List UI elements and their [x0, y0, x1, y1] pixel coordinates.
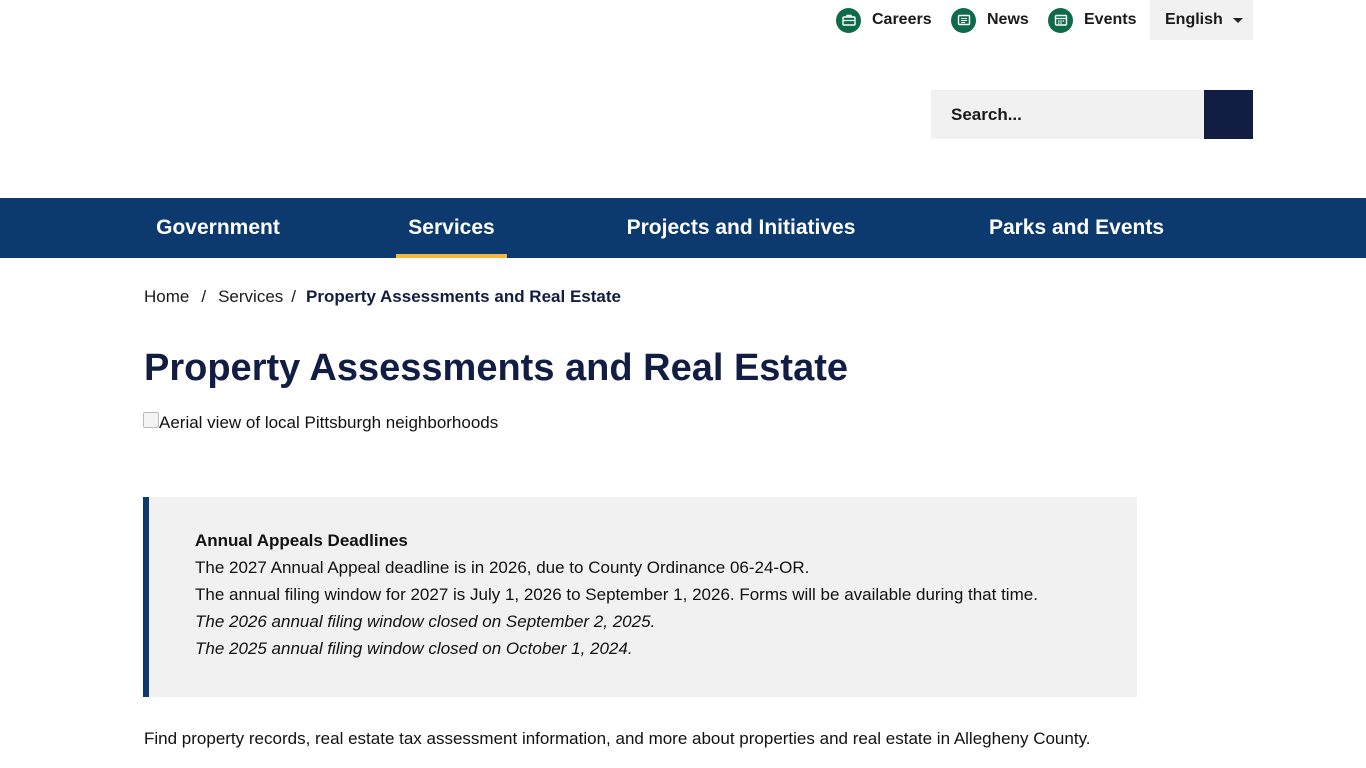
breadcrumb-services[interactable]: Services: [218, 287, 283, 307]
notice-line: The 2026 annual filing window closed on …: [195, 612, 656, 631]
nav-item-services[interactable]: Services: [396, 198, 507, 258]
page-title: Property Assessments and Real Estate: [144, 347, 849, 389]
hero-image: Aerial view of local Pittsburgh neighbor…: [143, 412, 499, 433]
search-input[interactable]: [931, 90, 1204, 139]
intro-text: Find property records, real estate tax a…: [144, 729, 1091, 748]
notice-heading: Annual Appeals Deadlines: [195, 531, 408, 550]
nav-item-label: Projects and Initiatives: [626, 216, 856, 239]
careers-label: Careers: [872, 11, 932, 28]
nav-item-projects-and-initiatives[interactable]: Projects and Initiatives: [611, 198, 871, 258]
events-label: Events: [1084, 11, 1137, 28]
utility-bar: Careers News Events English: [0, 0, 1366, 40]
breadcrumb-current: Property Assessments and Real Estate: [306, 287, 621, 306]
notice-line: The annual filing window for 2027 is Jul…: [195, 585, 1038, 604]
appeals-notice: Annual Appeals Deadlines The 2027 Annual…: [143, 497, 1137, 697]
news-label: News: [987, 11, 1029, 28]
nav-item-government[interactable]: Government: [143, 198, 293, 258]
nav-item-parks-and-events[interactable]: Parks and Events: [975, 198, 1178, 258]
search-button[interactable]: [1204, 90, 1253, 139]
breadcrumb: Home / Services / Property Assessments a…: [144, 287, 621, 307]
notice-line: The 2027 Annual Appeal deadline is in 20…: [195, 558, 810, 577]
breadcrumb-separator: /: [201, 287, 207, 306]
events-link[interactable]: Events: [1048, 0, 1136, 40]
calendar-icon: [1048, 7, 1073, 33]
careers-link[interactable]: Careers: [836, 0, 932, 40]
language-label: English: [1165, 11, 1223, 28]
language-select[interactable]: English: [1150, 0, 1253, 40]
hero-image-alt: Aerial view of local Pittsburgh neighbor…: [159, 413, 499, 432]
nav-item-label: Parks and Events: [988, 216, 1165, 239]
notice-line: The 2025 annual filing window closed on …: [195, 639, 633, 658]
breadcrumb-home[interactable]: Home: [144, 287, 189, 307]
chevron-down-icon: [1233, 18, 1243, 23]
search-form: [931, 90, 1253, 139]
nav-item-label: Government: [156, 216, 280, 239]
briefcase-icon: [836, 7, 861, 33]
main-nav: Government Services Projects and Initiat…: [0, 198, 1366, 258]
nav-item-label: Services: [408, 216, 495, 239]
newspaper-icon: [951, 7, 976, 33]
broken-image-icon: [143, 412, 159, 428]
breadcrumb-separator: /: [291, 287, 297, 306]
news-link[interactable]: News: [951, 0, 1029, 40]
